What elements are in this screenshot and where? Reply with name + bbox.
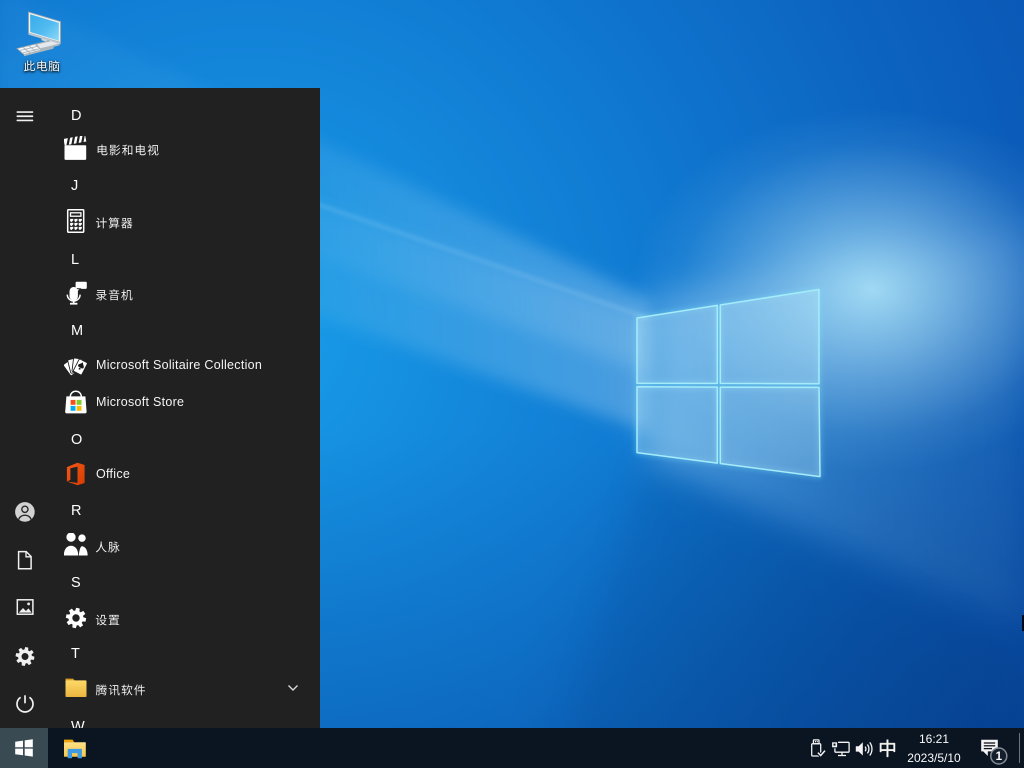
svg-text:1: 1 bbox=[996, 751, 1003, 763]
